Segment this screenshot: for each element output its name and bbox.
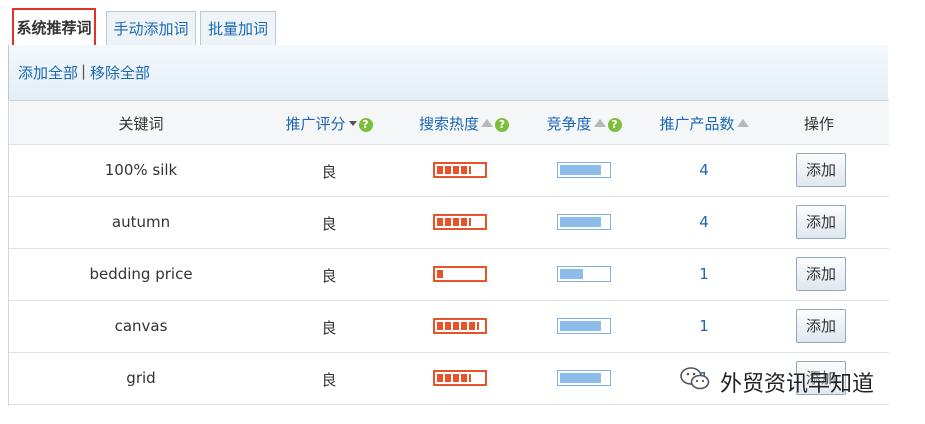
sort-up-icon[interactable]	[593, 119, 606, 127]
product-count-cell[interactable]: 1	[649, 265, 759, 283]
header-operation: 操作	[803, 115, 834, 133]
search-heat-fill	[437, 322, 479, 330]
keyword-cell: canvas	[114, 317, 168, 335]
competition-bar	[557, 370, 611, 386]
action-bar: 添加全部 | 移除全部	[8, 45, 888, 100]
search-heat-bar	[433, 162, 487, 178]
table-row: bedding price 良 1 添加	[9, 249, 889, 301]
wechat-icon	[680, 367, 710, 390]
tab-manual-add[interactable]: 手动添加词	[106, 11, 196, 47]
add-button[interactable]: 添加	[796, 257, 846, 291]
sort-up-icon[interactable]	[481, 119, 493, 127]
score-cell: 良	[321, 371, 337, 389]
question-icon[interactable]: ?	[358, 118, 373, 132]
add-button[interactable]: 添加	[796, 153, 846, 187]
tab-label: 手动添加词	[113, 20, 189, 38]
keyword-cell: bedding price	[89, 265, 193, 283]
competition-bar	[557, 162, 611, 178]
competition-bar	[557, 318, 611, 334]
remove-all-link[interactable]: 移除全部	[90, 62, 150, 83]
competition-bar	[557, 266, 611, 282]
competition-fill	[560, 269, 583, 279]
question-icon[interactable]: ?	[607, 118, 622, 132]
keyword-cell: autumn	[111, 213, 171, 231]
keyword-cell: grid	[126, 369, 156, 387]
search-heat-bar	[433, 370, 487, 386]
keyword-cell: 100% silk	[104, 161, 178, 179]
table-row: canvas 良 1 添加	[9, 301, 889, 353]
question-icon[interactable]: ?	[495, 118, 509, 132]
score-cell: 良	[321, 215, 337, 233]
tab-system-recommended[interactable]: 系统推荐词	[12, 8, 96, 48]
search-heat-fill	[437, 218, 471, 226]
tab-bar: 系统推荐词 手动添加词 批量加词	[8, 8, 925, 48]
search-heat-fill	[437, 270, 443, 278]
watermark: 外贸资讯早知道	[680, 360, 910, 400]
header-score[interactable]: 推广评分?	[279, 113, 379, 134]
competition-fill	[560, 373, 601, 383]
search-heat-bar	[433, 266, 487, 282]
search-heat-fill	[437, 166, 471, 174]
search-heat-bar	[433, 318, 487, 334]
dropdown-arrow-icon	[348, 121, 357, 126]
product-count-cell[interactable]: 4	[649, 213, 759, 231]
competition-fill	[560, 321, 601, 331]
header-product-count[interactable]: 推广产品数	[649, 113, 759, 134]
tab-label: 系统推荐词	[16, 19, 92, 37]
table-header: 关键词 推广评分? 搜索热度? 竞争度? 推广产品数 操作	[9, 100, 889, 145]
competition-fill	[560, 165, 601, 175]
tab-batch-add[interactable]: 批量加词	[200, 11, 276, 47]
table-row: autumn 良 4 添加	[9, 197, 889, 249]
product-count-cell[interactable]: 1	[649, 317, 759, 335]
search-heat-bar	[433, 214, 487, 230]
header-keyword: 关键词	[118, 115, 164, 133]
add-button[interactable]: 添加	[796, 205, 846, 239]
score-cell: 良	[321, 163, 337, 181]
watermark-text: 外贸资讯早知道	[720, 372, 875, 397]
search-heat-fill	[437, 374, 471, 382]
action-separator: |	[81, 62, 87, 80]
competition-bar	[557, 214, 611, 230]
add-button[interactable]: 添加	[796, 309, 846, 343]
add-all-link[interactable]: 添加全部	[18, 62, 78, 83]
product-count-cell[interactable]: 4	[649, 161, 759, 179]
score-cell: 良	[321, 319, 337, 337]
table-row: 100% silk 良 4 添加	[9, 145, 889, 197]
header-competition[interactable]: 竞争度?	[534, 113, 634, 134]
competition-fill	[560, 217, 601, 227]
header-search-heat[interactable]: 搜索热度?	[404, 113, 524, 134]
sort-up-icon[interactable]	[736, 119, 749, 127]
tab-label: 批量加词	[207, 20, 268, 38]
score-cell: 良	[321, 267, 337, 285]
